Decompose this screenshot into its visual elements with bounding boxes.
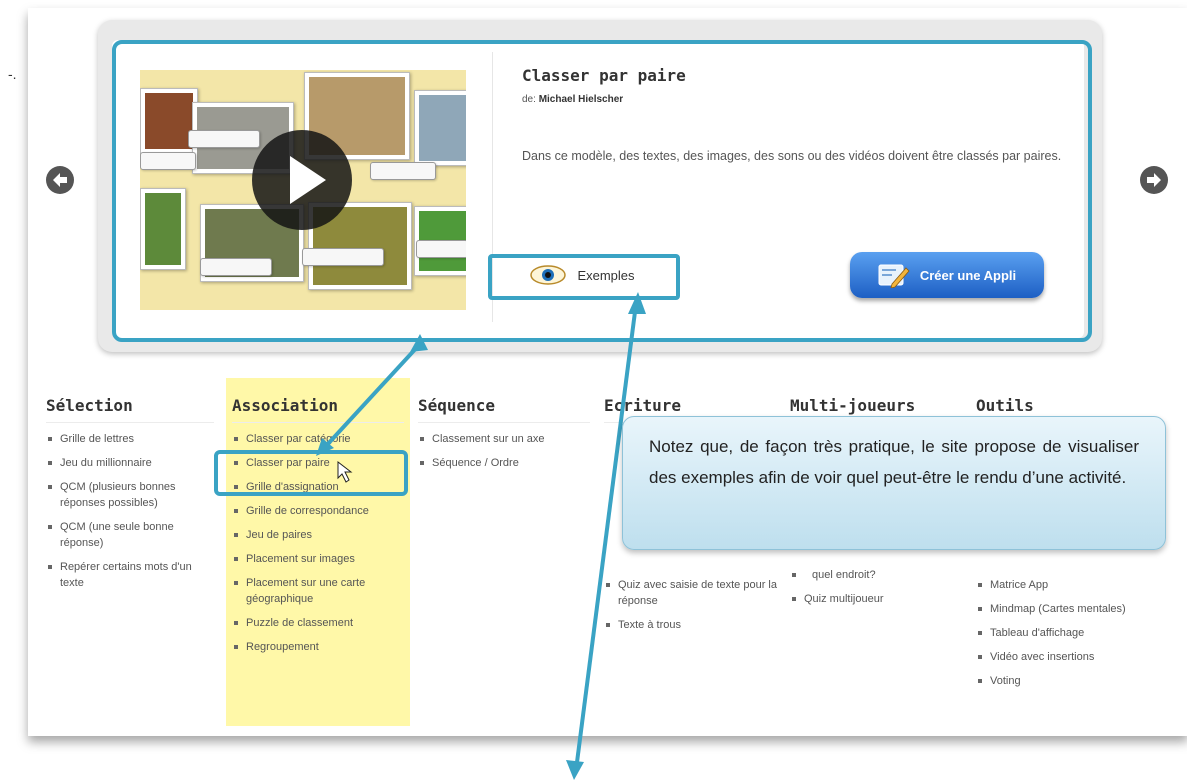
tooltip-text: Notez que, de façon très pratique, le si… <box>649 437 1139 487</box>
arrowhead <box>566 760 584 780</box>
annotation-arrows <box>316 292 646 780</box>
annotation-tooltip: Notez que, de façon très pratique, le si… <box>622 416 1166 550</box>
cursor-icon <box>337 460 353 483</box>
arrow-card-to-item <box>324 342 422 448</box>
arrowhead <box>628 292 646 314</box>
arrowhead <box>410 334 428 352</box>
